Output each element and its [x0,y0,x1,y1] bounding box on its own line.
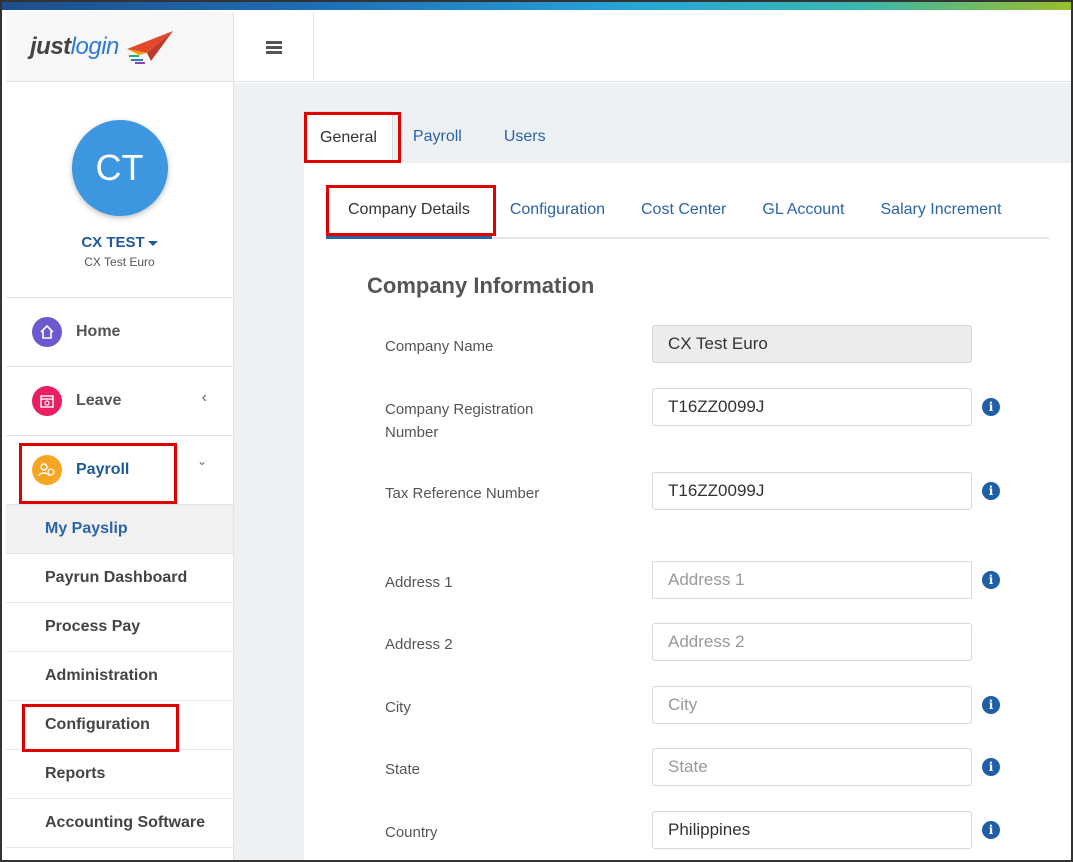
info-icon[interactable]: i [982,482,1000,500]
settings-panel: Company Details Configuration Cost Cente… [304,163,1071,860]
tab-company-details[interactable]: Company Details [326,191,492,239]
chevron-left-icon: ‹ [201,389,207,406]
tab-gl-account[interactable]: GL Account [744,191,862,237]
profile-name-dropdown[interactable]: CX TEST [81,234,158,251]
avatar[interactable]: CT [71,120,168,216]
sidebar-subitem-administration[interactable]: Administration [6,652,233,701]
tab-configuration[interactable]: Configuration [492,191,623,237]
profile-company: CX Test Euro [84,255,155,269]
info-icon[interactable]: i [982,571,1000,589]
sidebar-subitem-accounting-software[interactable]: Accounting Software [6,799,233,848]
user-profile: CT CX TEST CX Test Euro [6,82,233,298]
city-label: City [385,699,411,716]
tab-payroll[interactable]: Payroll [393,111,482,164]
company-name-field: CX Test Euro [652,325,972,363]
company-name-label: Company Name [385,338,494,355]
registration-number-input[interactable]: T16ZZ0099J [652,388,972,426]
sidebar-item-label: Leave [76,392,122,409]
logo[interactable]: justlogin [6,12,233,82]
payroll-submenu: My Payslip Payrun Dashboard Process Pay … [6,505,233,848]
sidebar: justlogin CT CX TEST CX Test Euro Home L… [6,12,234,860]
main-content: General Payroll Users Company Details Co… [234,83,1071,860]
sidebar-item-label: Home [76,323,121,340]
address1-input[interactable]: Address 1 [652,561,972,599]
paper-plane-logo-icon [126,30,173,64]
sidebar-item-leave[interactable]: Leave ‹ [6,367,233,436]
caret-down-icon [147,240,158,246]
sidebar-item-home[interactable]: Home [6,298,233,367]
tax-reference-input[interactable]: T16ZZ0099J [652,472,972,510]
menu-toggle-button[interactable] [234,12,314,82]
sidebar-item-payroll[interactable]: Payroll ⌄ [6,436,233,505]
city-input[interactable]: City [652,686,972,724]
country-label: Country [385,824,438,841]
sidebar-subitem-process-pay[interactable]: Process Pay [6,603,233,652]
tab-users[interactable]: Users [482,111,561,164]
top-header [234,12,1071,82]
address2-label: Address 2 [385,636,453,653]
tax-ref-label: Tax Reference Number [385,485,540,502]
sub-tabs: Company Details Configuration Cost Cente… [326,191,1049,239]
sidebar-subitem-configuration[interactable]: Configuration [6,701,233,750]
sidebar-subitem-my-payslip[interactable]: My Payslip [6,505,233,554]
sidebar-subitem-payrun-dashboard[interactable]: Payrun Dashboard [6,554,233,603]
hamburger-icon [265,41,282,54]
info-icon[interactable]: i [982,821,1000,839]
tab-salary-increment[interactable]: Salary Increment [863,191,1020,237]
sidebar-subitem-reports[interactable]: Reports [6,750,233,799]
top-accent-stripe [2,2,1071,10]
chevron-down-icon: ⌄ [196,454,207,468]
payroll-user-icon [32,455,62,485]
address2-input[interactable]: Address 2 [652,623,972,661]
sidebar-item-label: Payroll [76,461,130,478]
logo-text: justlogin [30,32,119,60]
info-icon[interactable]: i [982,696,1000,714]
info-icon[interactable]: i [982,758,1000,776]
info-icon[interactable]: i [982,398,1000,416]
calendar-icon [32,386,62,416]
tab-cost-center[interactable]: Cost Center [623,191,744,237]
tab-general[interactable]: General [304,111,393,164]
section-title: Company Information [367,273,595,298]
app-frame: justlogin CT CX TEST CX Test Euro Home L… [0,0,1073,862]
top-tabs: General Payroll Users [304,111,561,164]
country-select[interactable]: Philippines [652,811,972,849]
state-label: State [385,761,421,778]
registration-label: Company Registration Number [385,401,534,441]
home-icon [32,317,62,347]
address1-label: Address 1 [385,574,453,591]
state-input[interactable]: State [652,748,972,786]
